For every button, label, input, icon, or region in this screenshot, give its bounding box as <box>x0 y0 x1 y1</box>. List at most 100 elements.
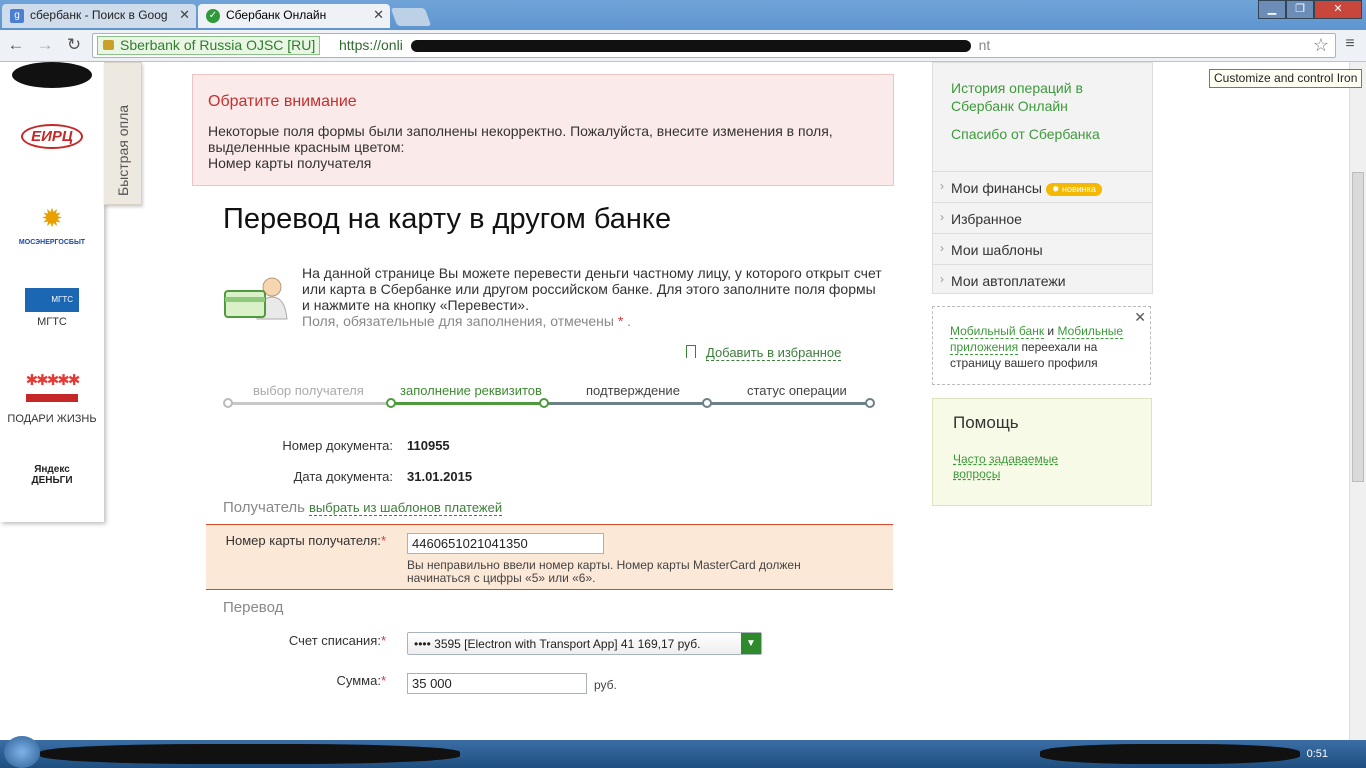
page-title: Перевод на карту в другом банке <box>223 203 672 235</box>
google-icon: g <box>10 9 24 23</box>
validation-alert: Обратите внимание Некоторые поля формы б… <box>192 74 894 186</box>
add-to-favorites-link[interactable]: Добавить в избранное <box>686 345 842 361</box>
taskbar-clock: 0:51 <box>1306 748 1328 760</box>
redaction-scribble <box>40 744 460 764</box>
add-to-favorites-label: Добавить в избранное <box>706 345 842 360</box>
right-sidebar-menu: История операций в Сбербанк Онлайн Спаси… <box>932 62 1153 294</box>
podari-zhizn-logo[interactable]: ✱✱✱✱✱ ПОДАРИ ЖИЗНЬ <box>0 372 104 425</box>
browser-toolbar: ← → ↻ Sberbank of Russia OJSC [RU] https… <box>0 30 1366 62</box>
progress-current <box>391 402 544 405</box>
spasibo-link[interactable]: Спасибо от Сбербанка <box>951 125 1100 143</box>
forward-icon[interactable]: → <box>34 34 56 56</box>
tab-sberbank-online[interactable]: ✓ Сбербанк Онлайн ✕ <box>198 4 390 28</box>
chevron-down-icon[interactable]: ▼ <box>741 633 761 654</box>
url-prefix: https://onli <box>339 37 403 53</box>
step-operation-status: статус операции <box>747 383 847 398</box>
top-logo-partial[interactable] <box>0 62 104 91</box>
nav-label: Мои финансы <box>951 180 1042 196</box>
alert-field-name: Номер карты получателя <box>208 155 372 171</box>
operations-history-link[interactable]: История операций в Сбербанк Онлайн <box>951 79 1121 115</box>
account-select[interactable]: •••• 3595 [Electron with Transport App] … <box>407 632 762 655</box>
required-note-text: Поля, обязательные для заполнения, отмеч… <box>302 313 614 329</box>
mgts-logo[interactable]: МГТС МГТС <box>0 288 104 328</box>
close-icon[interactable]: ✕ <box>373 7 384 23</box>
help-title: Помощь <box>953 413 1019 432</box>
tab-google-search[interactable]: g сбербанк - Поиск в Goog ✕ <box>2 4 196 28</box>
recipient-section-title: Получатель выбрать из шаблонов платежей <box>223 499 503 516</box>
card-number-label-text: Номер карты получателя: <box>225 533 381 548</box>
maximize-button[interactable]: ❐ <box>1286 0 1314 19</box>
scrollbar-thumb[interactable] <box>1352 172 1364 482</box>
account-label: Счет списания:* <box>206 633 386 648</box>
step-select-recipient: выбор получателя <box>253 383 364 398</box>
new-tab-button[interactable] <box>390 8 432 26</box>
security-indicator[interactable]: Sberbank of Russia OJSC [RU] <box>97 36 321 55</box>
start-button[interactable] <box>4 736 40 768</box>
required-star: * <box>380 533 386 548</box>
progress-done <box>228 402 391 405</box>
alert-message: Некоторые поля формы были заполнены неко… <box>208 123 833 155</box>
nav-my-templates[interactable]: Мои шаблоны <box>933 233 1152 264</box>
step-fill-details: заполнение реквизитов <box>400 383 542 398</box>
required-star: * <box>380 673 386 688</box>
redaction-scribble <box>12 62 92 88</box>
minimize-button[interactable]: ▁ <box>1258 0 1286 19</box>
step-dot <box>865 398 875 408</box>
payment-logos-panel: ЕИРЦ ✹ МОСЭНЕРГОСБЫТ МГТС МГТС ✱✱✱✱✱ ПОД… <box>0 62 104 522</box>
new-badge: ✹ новинка <box>1045 183 1102 196</box>
account-label-text: Счет списания: <box>288 633 381 648</box>
nav-favorites[interactable]: Избранное <box>933 202 1152 233</box>
page-scrollbar[interactable] <box>1349 62 1366 740</box>
reload-icon[interactable]: ↻ <box>63 34 85 56</box>
card-number-error: Вы неправильно ввели номер карты. Номер … <box>407 558 801 585</box>
required-note-end: . <box>627 313 632 329</box>
doc-number-value: 110955 <box>407 438 450 453</box>
redaction-scribble <box>410 40 971 53</box>
card-number-input[interactable] <box>407 533 604 554</box>
close-icon[interactable]: ✕ <box>1134 309 1146 325</box>
browser-chrome: g сбербанк - Поиск в Goog ✕ ✓ Сбербанк О… <box>0 0 1366 62</box>
people-icon: ✱✱✱✱✱ <box>25 372 81 389</box>
required-star: * <box>380 633 386 648</box>
close-window-button[interactable]: ✕ <box>1314 0 1362 19</box>
amount-input[interactable] <box>407 673 587 694</box>
choose-template-link[interactable]: выбрать из шаблонов платежей <box>309 500 503 516</box>
sun-icon: ✹ <box>41 203 63 233</box>
tab-label: сбербанк - Поиск в Goog <box>30 8 168 22</box>
step-confirmation: подтверждение <box>586 383 680 398</box>
required-note: Поля, обязательные для заполнения, отмеч… <box>302 313 882 329</box>
amount-label: Сумма:* <box>206 673 386 688</box>
tooltip: Customize and control Iron <box>1209 69 1363 88</box>
faq-link[interactable]: Часто задаваемые вопросы <box>953 452 1083 482</box>
intro-paragraph: На данной странице Вы можете перевести д… <box>302 265 882 313</box>
url-text: https://onli nt <box>339 37 990 53</box>
mosenergosbyt-logo[interactable]: ✹ МОСЭНЕРГОСБЫТ <box>0 204 104 247</box>
mobile-bank-notice: ✕ Мобильный банк и Мобильные приложения … <box>932 306 1151 385</box>
required-star: * <box>617 313 624 329</box>
bookmark-star-icon[interactable]: ☆ <box>1313 35 1329 56</box>
step-dot <box>386 398 396 408</box>
tab-label: Сбербанк Онлайн <box>226 8 327 22</box>
currency-label: руб. <box>594 678 617 692</box>
fast-pay-tab[interactable]: Быстрая опла <box>104 62 142 205</box>
help-box: Помощь Часто задаваемые вопросы <box>932 398 1152 506</box>
recipient-section-label: Получатель <box>223 499 305 516</box>
nav-my-finances[interactable]: Мои финансы✹ новинка <box>933 171 1152 202</box>
bookmark-icon <box>686 345 696 358</box>
nav-my-autopayments[interactable]: Мои автоплатежи <box>933 264 1152 295</box>
card-number-label: Номер карты получателя:* <box>206 533 386 548</box>
intro-text: На данной странице Вы можете перевести д… <box>302 265 882 329</box>
transfer-section-title: Перевод <box>223 599 284 616</box>
back-icon[interactable]: ← <box>5 34 27 56</box>
card-transfer-icon <box>224 277 288 320</box>
mobile-bank-link[interactable]: Мобильный банк <box>950 324 1045 339</box>
windows-taskbar: 0:51 <box>0 736 1366 768</box>
sberbank-icon: ✓ <box>206 9 220 23</box>
close-icon[interactable]: ✕ <box>179 7 190 23</box>
yandex-money-logo[interactable]: Яндекс ДЕНЬГИ <box>0 464 104 486</box>
eirc-logo[interactable]: ЕИРЦ <box>0 124 104 149</box>
step-dot <box>539 398 549 408</box>
address-bar[interactable]: Sberbank of Russia OJSC [RU] https://onl… <box>92 33 1336 58</box>
browser-menu-icon[interactable]: ≡ <box>1340 35 1360 55</box>
doc-number-label: Номер документа: <box>282 438 393 453</box>
